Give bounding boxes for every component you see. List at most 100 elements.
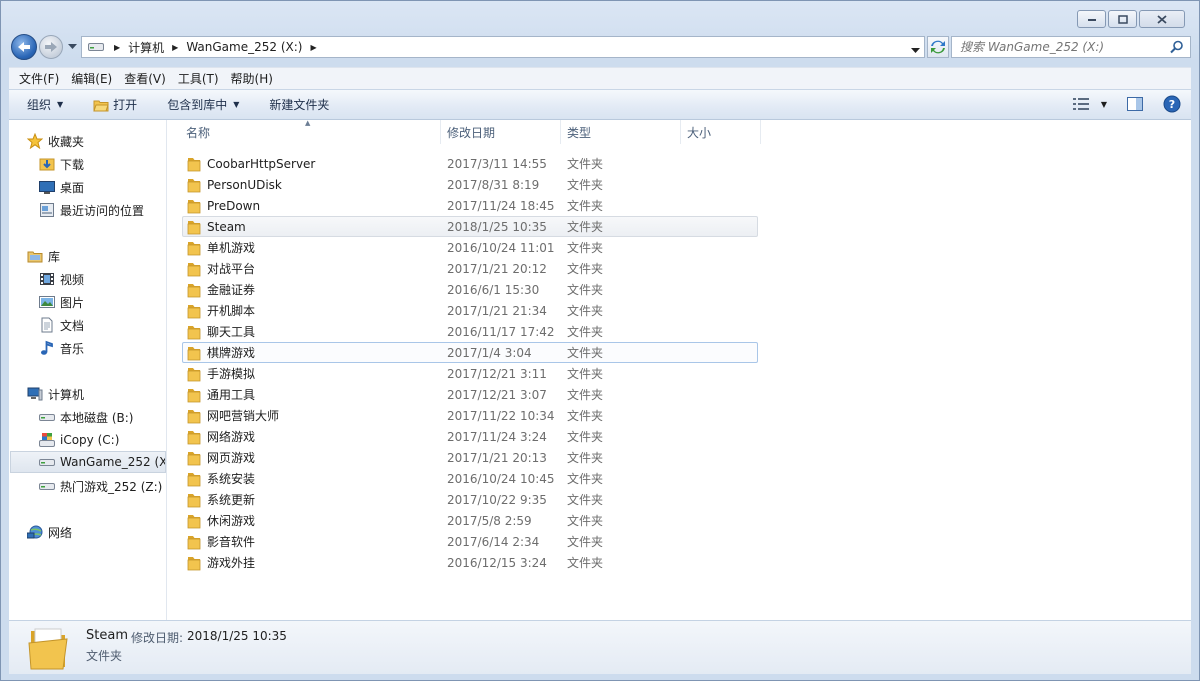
breadcrumb-separator-icon[interactable]: ▶	[310, 43, 316, 52]
new-folder-button[interactable]: 新建文件夹	[269, 96, 329, 113]
nav-item-drive-z[interactable]: 热门游戏_252 (Z:)	[39, 475, 162, 497]
nav-item-drive-x[interactable]: WanGame_252 (X:)	[10, 451, 166, 473]
nav-favorites[interactable]: 收藏夹	[27, 130, 84, 152]
open-button[interactable]: 打开	[93, 96, 137, 113]
nav-item-documents[interactable]: 文档	[39, 314, 84, 336]
file-row[interactable]: 游戏外挂 2016/12/15 3:24 文件夹	[182, 552, 758, 573]
file-date: 2016/12/15 3:24	[447, 555, 547, 570]
folder-icon	[186, 366, 202, 382]
search-icon[interactable]	[1170, 40, 1184, 54]
address-bar[interactable]: ▶ 计算机 ▶ WanGame_252 (X:) ▶	[81, 36, 925, 58]
nav-network[interactable]: 网络	[27, 521, 72, 543]
file-row[interactable]: 棋牌游戏 2017/1/4 3:04 文件夹	[182, 342, 758, 363]
file-type: 文件夹	[567, 430, 604, 444]
file-name: 聊天工具	[207, 325, 256, 339]
refresh-button[interactable]	[927, 36, 949, 58]
nav-item-music[interactable]: 音乐	[39, 337, 84, 359]
nav-item-label: 桌面	[60, 180, 85, 195]
nav-item-drive-b[interactable]: 本地磁盘 (B:)	[39, 406, 133, 428]
file-row[interactable]: 对战平台 2017/1/21 20:12 文件夹	[182, 258, 758, 279]
recent-pages-button[interactable]	[66, 42, 78, 52]
maximize-button[interactable]	[1108, 10, 1137, 28]
file-date: 2017/1/21 20:12	[447, 261, 547, 276]
file-row[interactable]: PreDown 2017/11/24 18:45 文件夹	[182, 195, 758, 216]
column-size[interactable]: 大小	[681, 120, 761, 144]
minimize-button[interactable]	[1077, 10, 1106, 28]
file-type: 文件夹	[567, 388, 604, 402]
open-folder-icon	[93, 100, 109, 111]
file-row[interactable]: 网页游戏 2017/1/21 20:13 文件夹	[182, 447, 758, 468]
nav-favorites-label: 收藏夹	[48, 134, 85, 149]
file-name-cell: PersonUDisk	[183, 177, 447, 193]
open-label: 打开	[113, 98, 138, 112]
include-in-library-button[interactable]: 包含到库中 ▼	[167, 96, 239, 113]
file-date: 2016/11/17 17:42	[447, 324, 555, 339]
file-name-cell: PreDown	[183, 198, 447, 214]
change-view-button[interactable]: ▼	[1072, 98, 1107, 110]
nav-item-pictures[interactable]: 图片	[39, 291, 84, 313]
file-date: 2017/11/22 10:34	[447, 408, 555, 423]
nav-computer-label: 计算机	[48, 387, 85, 402]
search-input[interactable]	[960, 40, 1160, 54]
file-row[interactable]: 手游模拟 2017/12/21 3:11 文件夹	[182, 363, 758, 384]
nav-item-desktop[interactable]: 桌面	[39, 176, 84, 198]
back-button[interactable]	[11, 34, 37, 60]
file-row[interactable]: 开机脚本 2017/1/21 21:34 文件夹	[182, 300, 758, 321]
breadcrumb-computer[interactable]: 计算机	[128, 39, 164, 56]
file-row[interactable]: CoobarHttpServer 2017/3/11 14:55 文件夹	[182, 153, 758, 174]
file-date: 2017/1/21 20:13	[447, 450, 547, 465]
close-button[interactable]	[1139, 10, 1185, 28]
file-row[interactable]: Steam 2018/1/25 10:35 文件夹	[182, 216, 758, 237]
nav-item-recent-places[interactable]: 最近访问的位置	[39, 199, 144, 221]
menu-help[interactable]: 帮助(H)	[231, 70, 273, 87]
menu-bar: 文件(F) 编辑(E) 查看(V) 工具(T) 帮助(H)	[9, 67, 1191, 89]
organize-button[interactable]: 组织 ▼	[27, 96, 63, 113]
file-row[interactable]: 网络游戏 2017/11/24 3:24 文件夹	[182, 426, 758, 447]
menu-view[interactable]: 查看(V)	[124, 70, 166, 87]
file-type: 文件夹	[567, 346, 604, 360]
file-type: 文件夹	[567, 178, 604, 192]
file-row[interactable]: 金融证券 2016/6/1 15:30 文件夹	[182, 279, 758, 300]
help-icon[interactable]: ?	[1163, 95, 1181, 113]
file-row[interactable]: 单机游戏 2016/10/24 11:01 文件夹	[182, 237, 758, 258]
file-row[interactable]: 系统更新 2017/10/22 9:35 文件夹	[182, 489, 758, 510]
details-date-value: 2018/1/25 10:35	[187, 629, 287, 643]
file-name-cell: 网吧营销大师	[183, 407, 447, 424]
folder-icon	[186, 555, 202, 571]
address-dropdown-button[interactable]	[911, 43, 920, 57]
file-row[interactable]: 网吧营销大师 2017/11/22 10:34 文件夹	[182, 405, 758, 426]
forward-button[interactable]	[39, 35, 63, 59]
column-type[interactable]: 类型	[561, 120, 681, 144]
column-name[interactable]: ▲ 名称	[168, 119, 441, 144]
search-box[interactable]	[951, 36, 1191, 58]
file-row[interactable]: 通用工具 2017/12/21 3:07 文件夹	[182, 384, 758, 405]
menu-tools[interactable]: 工具(T)	[178, 70, 219, 87]
preview-pane-button[interactable]	[1127, 97, 1143, 111]
library-icon	[27, 248, 43, 264]
nav-item-videos[interactable]: 视频	[39, 268, 84, 290]
file-row[interactable]: 系统安装 2016/10/24 10:45 文件夹	[182, 468, 758, 489]
folder-icon	[186, 198, 202, 214]
menu-file[interactable]: 文件(F)	[19, 70, 59, 87]
nav-item-drive-c[interactable]: iCopy (C:)	[39, 429, 119, 451]
breadcrumb-drive[interactable]: WanGame_252 (X:)	[186, 40, 302, 54]
breadcrumb-separator-icon[interactable]: ▶	[172, 43, 178, 52]
folder-icon	[186, 240, 202, 256]
column-headers: ▲ 名称 修改日期 类型 大小	[168, 119, 1191, 144]
file-name-cell: 系统安装	[183, 470, 447, 487]
nav-item-downloads[interactable]: 下载	[39, 153, 84, 175]
menu-edit[interactable]: 编辑(E)	[71, 70, 112, 87]
nav-item-label: 视频	[60, 272, 85, 287]
nav-computer[interactable]: 计算机	[27, 383, 84, 405]
recent-places-icon	[39, 202, 55, 218]
file-row[interactable]: 休闲游戏 2017/5/8 2:59 文件夹	[182, 510, 758, 531]
file-row[interactable]: 聊天工具 2016/11/17 17:42 文件夹	[182, 321, 758, 342]
column-date-modified[interactable]: 修改日期	[441, 120, 561, 144]
file-row[interactable]: PersonUDisk 2017/8/31 8:19 文件夹	[182, 174, 758, 195]
file-row[interactable]: 影音软件 2017/6/14 2:34 文件夹	[182, 531, 758, 552]
file-type: 文件夹	[567, 199, 604, 213]
breadcrumb-separator-icon[interactable]: ▶	[114, 43, 120, 52]
file-type: 文件夹	[567, 304, 604, 318]
file-date: 2017/8/31 8:19	[447, 177, 540, 192]
nav-libraries[interactable]: 库	[27, 245, 60, 267]
